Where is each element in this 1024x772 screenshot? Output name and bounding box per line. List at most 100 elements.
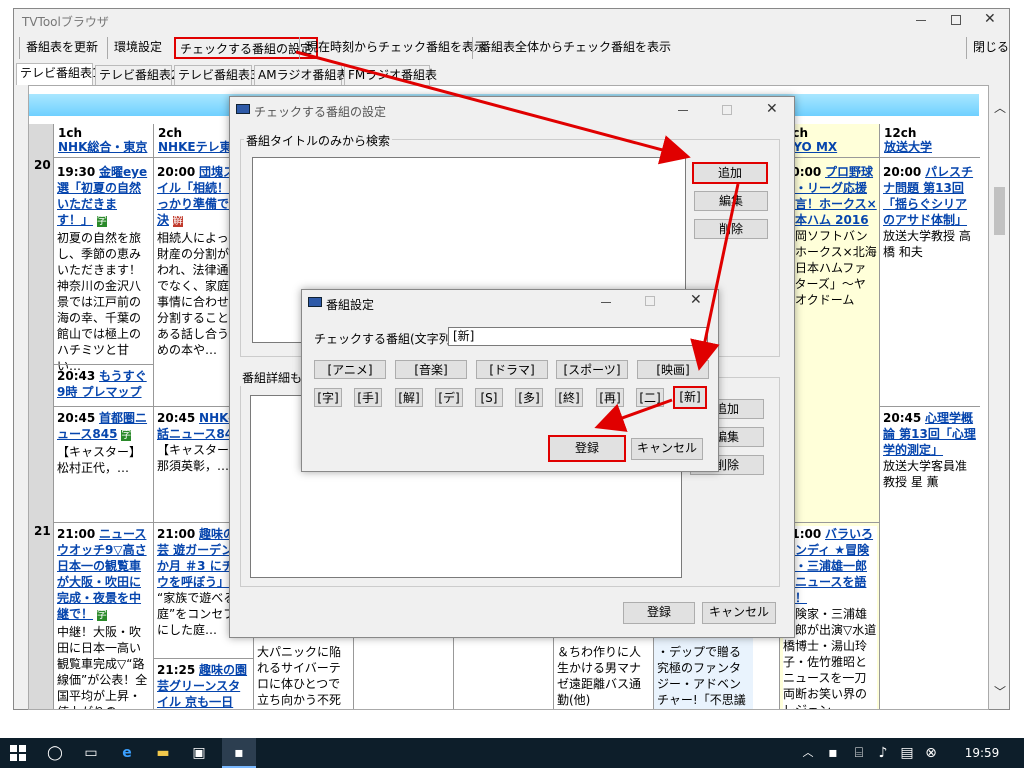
close-icon[interactable]: ✕ (766, 101, 778, 117)
program-cell[interactable]: 19:30 金曜eye選「初夏の自然いただきます！」 字 初夏の自然を旅し、季節… (57, 164, 151, 374)
program-time: 20:00 (883, 165, 922, 179)
scroll-thumb[interactable] (994, 187, 1005, 235)
add-button[interactable]: 追加 (692, 162, 768, 184)
scroll-down-icon[interactable]: ﹀ (994, 683, 1006, 700)
channel-link[interactable]: 放送大学 (884, 140, 932, 154)
program-cell[interactable]: 20:00 プロ野球パ・リーグ応援宣言！ホークス×日本ハム 2016 福岡ソフト… (783, 164, 877, 308)
taskbar: ◯ ▭ e ▬ ▣ ▪ ︿ ▪ ⌸ ♪ ▤ ⊗ 19:59 (0, 738, 1024, 768)
register-button[interactable]: 登録 (548, 435, 626, 462)
action-center-icon[interactable]: ▤ (896, 738, 918, 768)
program-cell[interactable]: 21:00 バラいろダンディ ★冒険家・三浦雄一郎がニュースを語る！ 冒険家・三… (783, 526, 877, 710)
channel-column-1: 1ch NHK総合・東京 19:30 金曜eye選「初夏の自然いただきます！」 … (53, 124, 154, 709)
channel-column-12: 12ch 放送大学 20:00 パレスチナ問題 第13回「揺らぐシリアのアサド体… (879, 124, 980, 709)
keyword-label: チェックする番組(文字列) (314, 332, 456, 346)
maximize-icon[interactable] (951, 15, 961, 25)
program-desc: 冒険家・三浦雄一郎が出演▽水道橋博士・湯山玲子・佐竹雅昭とニュースを一刀両断お笑… (783, 607, 877, 710)
delete-button[interactable]: 削除 (694, 219, 768, 239)
close-button[interactable]: 閉じる (966, 37, 1009, 59)
genre-drama-button[interactable]: [ドラマ] (476, 360, 548, 379)
program-cell[interactable]: 20:45 心理学概論 第13回「心理学的測定」 放送大学客員准教授 星 薫 (883, 410, 977, 490)
caption-badge: 字 (96, 610, 107, 621)
cancel-button[interactable]: キャンセル (702, 602, 776, 624)
mark-new-button[interactable]: [新] (673, 386, 707, 409)
maximize-icon[interactable] (722, 105, 732, 115)
program-cell[interactable]: 21:25 趣味の園芸グリーンスタイル 京も一日 (157, 662, 251, 709)
keyword-input[interactable]: [新] (448, 327, 708, 346)
network-icon[interactable]: ⌸ (848, 738, 870, 768)
hour-column: 20 21 (29, 124, 53, 709)
program-desc: 福岡ソフトバンクホークス×北海道日本ハムファイターズ」～ヤフオクドーム (783, 229, 877, 307)
close-icon[interactable]: ✕ (984, 11, 996, 27)
program-cell[interactable]: 20:43 もうすぐ9時 プレマップ (57, 368, 151, 400)
program-desc: 放送大学教授 高橋 和夫 (883, 229, 971, 259)
show-all-button[interactable]: 番組表全体からチェック番組を表示 (472, 37, 671, 59)
minimize-icon[interactable] (907, 9, 937, 31)
channel-link[interactable]: NHK総合・東京 (58, 140, 147, 154)
folder-icon[interactable]: ▬ (148, 738, 178, 768)
tab-tv3[interactable]: テレビ番組表3 (174, 65, 258, 85)
window-title: TVToolブラウザ (22, 15, 109, 29)
tab-tv2[interactable]: テレビ番組表2 (95, 65, 179, 85)
tray-up-icon[interactable]: ︿ (798, 738, 818, 768)
settings-button[interactable]: 環境設定 (107, 37, 162, 59)
check-program-settings-button[interactable]: チェックする番組の設定 (174, 37, 319, 59)
start-icon[interactable] (0, 738, 36, 768)
program-time: 20:00 (157, 165, 196, 179)
program-setting-dialog: 番組設定 ✕ チェックする番組(文字列) [新] [アニメ] [音楽] [ドラマ… (301, 289, 719, 472)
notification-icon[interactable]: ⊗ (920, 738, 942, 768)
program-desc: 大パニックに陥れるサイバーテロに体ひとつで立ち向かう不死身の男! (257, 645, 342, 707)
program-title[interactable]: ニュースウオッチ9▽高さ日本一の観覧車が大阪・吹田に完成・夜景を中継で！ (57, 527, 147, 621)
genre-movie-button[interactable]: [映画] (637, 360, 709, 379)
refresh-button[interactable]: 番組表を更新 (19, 37, 98, 59)
minimize-icon[interactable] (601, 302, 611, 303)
mark-button[interactable]: [再] (596, 388, 624, 407)
close-icon[interactable]: ✕ (690, 292, 702, 308)
program-desc: ＆ちわ作りに人生かける男マナゼ遠距離バス通勤(他) (557, 645, 642, 707)
mark-button[interactable]: [終] (555, 388, 583, 407)
clock[interactable]: 19:59 (958, 738, 1006, 768)
task-view-icon[interactable]: ▭ (76, 738, 106, 768)
program-desc: 【キャスター】松村正代，… (57, 445, 142, 475)
edge-icon[interactable]: e (112, 738, 142, 768)
program-time: 21:25 (157, 663, 196, 677)
volume-icon[interactable]: ♪ (872, 738, 894, 768)
program-cell[interactable]: 21:00 ニュースウオッチ9▽高さ日本一の観覧車が大阪・吹田に完成・夜景を中継… (57, 526, 151, 709)
program-cell[interactable]: 20:45 首都圏ニュース845 字 【キャスター】松村正代，… (57, 410, 151, 476)
tab-fm[interactable]: FMラジオ番組表 (344, 65, 437, 85)
search-icon[interactable]: ◯ (40, 738, 70, 768)
channel-header: 12ch 放送大学 (884, 126, 932, 154)
genre-anime-button[interactable]: [アニメ] (314, 360, 386, 379)
mark-button[interactable]: [デ] (435, 388, 463, 407)
program-cell[interactable]: 20:00 パレスチナ問題 第13回「揺らぐシリアのアサド体制」 放送大学教授 … (883, 164, 977, 260)
commentary-badge: 解 (172, 216, 183, 227)
mark-button[interactable]: [二] (636, 388, 664, 407)
show-from-now-button[interactable]: 現在時刻からチェック番組を表示 (299, 37, 486, 59)
cancel-button[interactable]: キャンセル (631, 438, 703, 460)
mark-button[interactable]: [字] (314, 388, 342, 407)
edit-button[interactable]: 編集 (694, 191, 768, 211)
program-time: 20:45 (57, 411, 96, 425)
hour-label: 20 (34, 158, 51, 172)
channel-header: 1ch NHK総合・東京 (58, 126, 147, 154)
genre-sports-button[interactable]: [スポーツ] (556, 360, 628, 379)
scroll-up-icon[interactable]: ︿ (994, 99, 1006, 116)
genre-music-button[interactable]: [音楽] (395, 360, 467, 379)
channel-number: 12ch (884, 126, 917, 140)
vertical-scrollbar[interactable]: ︿ ﹀ (991, 97, 1008, 702)
mark-button[interactable]: [解] (395, 388, 423, 407)
tvtool-taskbar-icon[interactable]: ▪ (222, 738, 256, 768)
store-icon[interactable]: ▣ (184, 738, 214, 768)
mark-button[interactable]: [多] (515, 388, 543, 407)
program-time: 21:00 (57, 527, 96, 541)
tab-am[interactable]: AMラジオ番組表 (254, 65, 348, 85)
mark-button[interactable]: [手] (354, 388, 382, 407)
program-time: 20:45 (157, 411, 196, 425)
tray-app-icon[interactable]: ▪ (822, 738, 844, 768)
caption-badge: 字 (96, 216, 107, 227)
mark-button[interactable]: [S] (475, 388, 503, 407)
program-time: 21:00 (157, 527, 196, 541)
tab-tv1[interactable]: テレビ番組表1 (16, 63, 100, 85)
maximize-icon[interactable] (645, 296, 655, 306)
register-button[interactable]: 登録 (623, 602, 695, 624)
minimize-icon[interactable] (678, 110, 688, 111)
